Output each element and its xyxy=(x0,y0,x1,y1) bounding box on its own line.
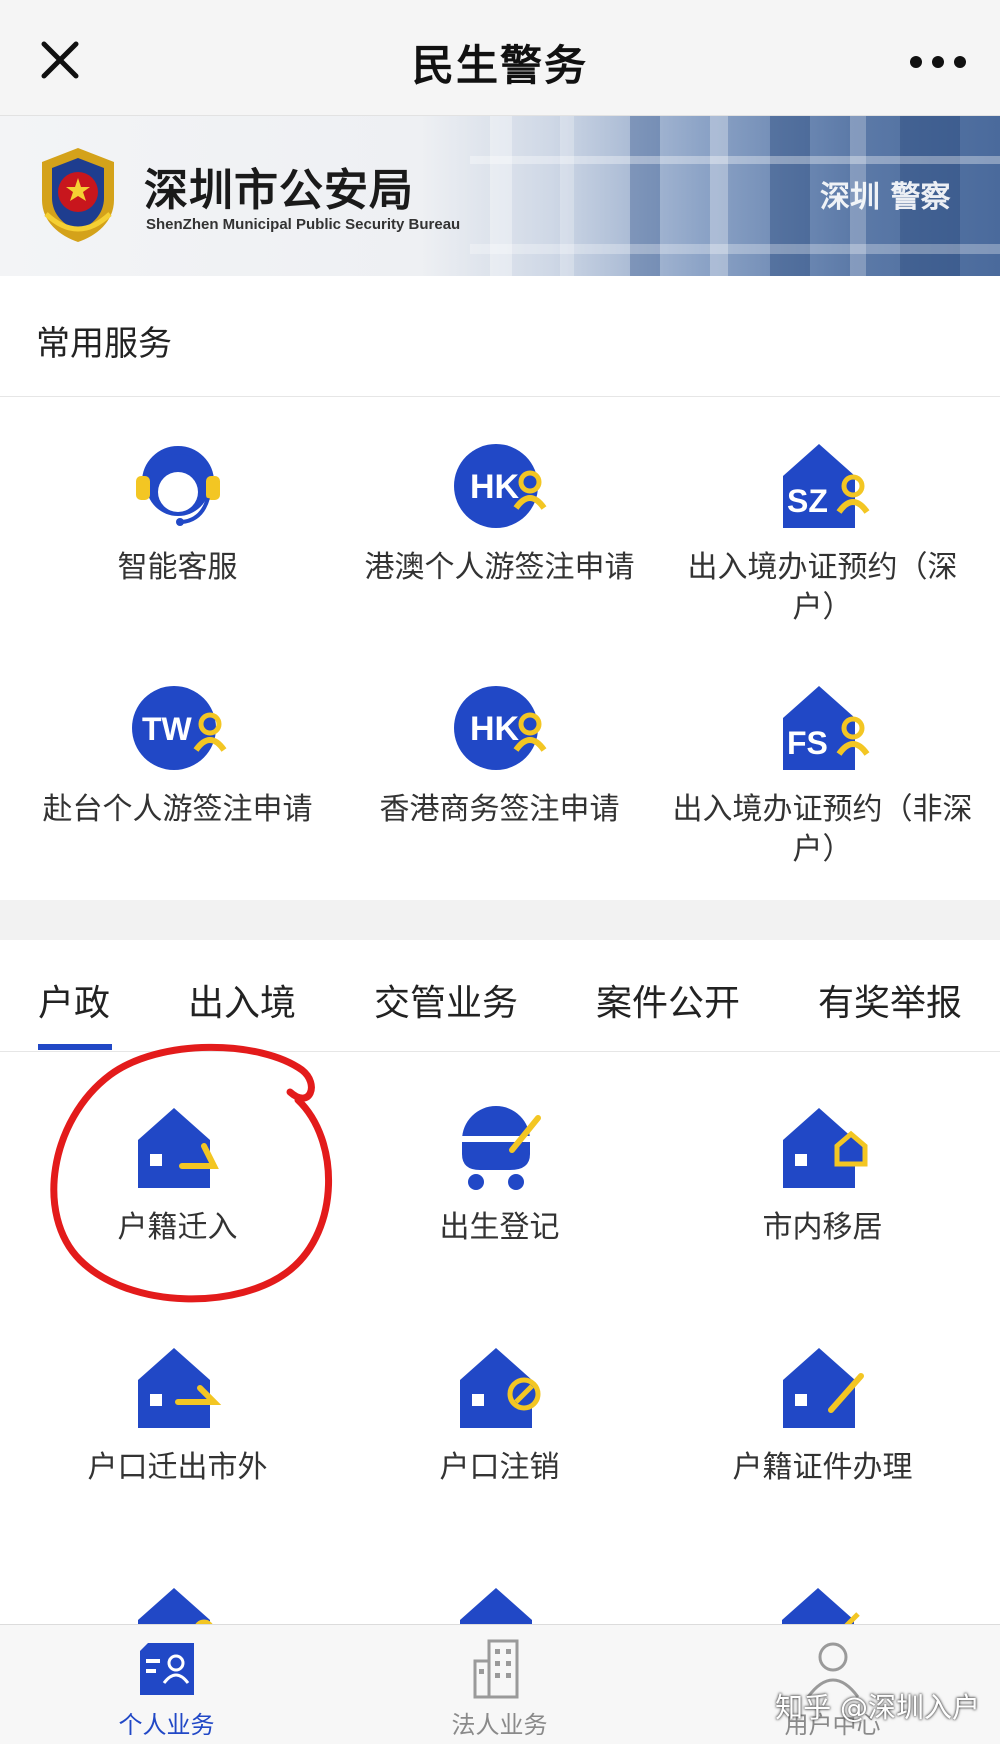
police-plate-text: 深圳 警察 xyxy=(820,180,951,215)
hk-business-icon: HK xyxy=(453,686,546,770)
service-label: 出入境办证预约（非深户） xyxy=(672,792,973,867)
service-label: 户口注销 xyxy=(439,1450,560,1485)
house-cancel-icon xyxy=(459,1348,540,1428)
tab-jiaoguan[interactable]: 交管业务 xyxy=(374,974,518,1026)
nav-corporate[interactable]: 法人业务 xyxy=(333,1625,666,1744)
watermark: 知乎 @深圳入户 xyxy=(775,1691,980,1724)
service-label: 市内移居 xyxy=(762,1210,883,1245)
house-relocate-icon xyxy=(782,1108,867,1188)
divider xyxy=(0,396,1000,397)
service-label: 出生登记 xyxy=(439,1210,560,1245)
service-label: 出入境办证预约（深户） xyxy=(687,550,958,625)
bureau-name-en: ShenZhen Municipal Public Security Burea… xyxy=(146,216,461,233)
hk-visa-icon: HK xyxy=(453,444,546,528)
annotation-circle xyxy=(50,1043,333,1303)
more-icon[interactable] xyxy=(908,52,968,72)
service-birth-registration[interactable]: 出生登记 xyxy=(333,1096,666,1248)
house-certificate-icon xyxy=(782,1348,864,1428)
service-move-out[interactable]: 户口迁出市外 xyxy=(11,1336,344,1488)
service-relocate[interactable]: 市内移居 xyxy=(656,1096,989,1248)
service-label: 户籍证件办理 xyxy=(732,1450,913,1485)
service-hk-visa[interactable]: HK 港澳个人游签注申请 xyxy=(333,436,666,588)
top-bar: 民生警务 xyxy=(0,0,1000,116)
svg-text:HK: HK xyxy=(470,710,520,748)
fs-appointment-icon: FS xyxy=(782,686,869,770)
svg-text:TW: TW xyxy=(142,711,193,747)
service-cancel[interactable]: 户口注销 xyxy=(333,1336,666,1488)
svg-text:HK: HK xyxy=(470,468,520,506)
service-hk-business[interactable]: HK 香港商务签注申请 xyxy=(333,678,666,830)
service-label: 香港商务签注申请 xyxy=(379,792,620,827)
service-fs-appointment[interactable]: FS 出入境办证预约（非深户） xyxy=(656,678,989,870)
service-sz-appointment[interactable]: SZ 出入境办证预约（深户） xyxy=(656,436,989,628)
service-certificate[interactable]: 户籍证件办理 xyxy=(656,1336,989,1488)
bottom-nav: 个人业务 法人业务 用户中心 xyxy=(0,1624,1000,1744)
customer-service-icon xyxy=(135,446,220,526)
nav-personal[interactable]: 个人业务 xyxy=(0,1625,333,1744)
service-label: 港澳个人游签注申请 xyxy=(364,550,635,585)
house-move-out-icon xyxy=(137,1348,221,1428)
page-title: 民生警务 xyxy=(411,41,588,90)
svg-text:FS: FS xyxy=(787,725,828,761)
service-label: 智能客服 xyxy=(117,550,238,585)
svg-text:SZ: SZ xyxy=(787,483,828,519)
bureau-banner: 深圳市公安局 ShenZhen Municipal Public Securit… xyxy=(0,116,1000,276)
service-label: 户口迁出市外 xyxy=(87,1450,268,1485)
tab-churujing[interactable]: 出入境 xyxy=(188,974,296,1026)
tab-jubao[interactable]: 有奖举报 xyxy=(818,974,962,1026)
section-title-common: 常用服务 xyxy=(36,324,172,364)
tw-visa-icon: TW xyxy=(131,686,226,770)
tab-huzheng[interactable]: 户政 xyxy=(38,974,110,1026)
nav-user-center[interactable]: 用户中心 xyxy=(666,1625,999,1744)
stroller-icon xyxy=(461,1106,541,1190)
tab-anjian[interactable]: 案件公开 xyxy=(596,974,740,1026)
service-label: 赴台个人游签注申请 xyxy=(42,792,313,827)
section-gap xyxy=(0,900,1000,940)
sz-appointment-icon: SZ xyxy=(782,444,869,528)
building-icon xyxy=(473,1639,518,1699)
service-tw-visa[interactable]: TW 赴台个人游签注申请 xyxy=(11,678,344,830)
personal-id-icon xyxy=(139,1643,194,1695)
bureau-name-cn: 深圳市公安局 xyxy=(144,165,414,216)
nav-label: 法人业务 xyxy=(451,1711,548,1739)
service-smart-customer[interactable]: 智能客服 xyxy=(11,436,344,588)
police-emblem-icon xyxy=(42,148,114,242)
nav-label: 个人业务 xyxy=(118,1711,215,1739)
